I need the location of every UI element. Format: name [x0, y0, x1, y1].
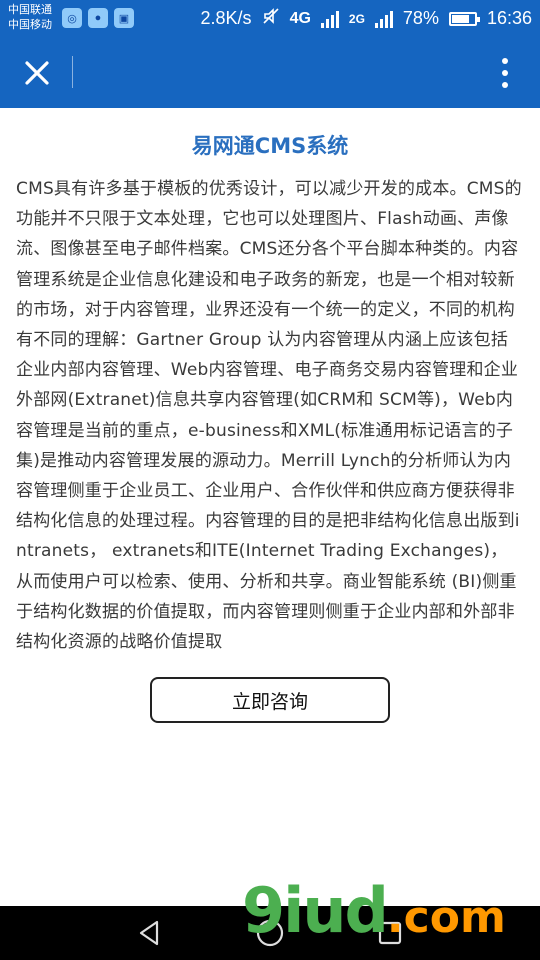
- back-triangle-icon: [139, 920, 159, 946]
- carrier-1: 中国联通: [8, 4, 52, 16]
- carrier-info: 中国联通 中国移动: [8, 3, 52, 33]
- more-options-button[interactable]: [490, 54, 520, 92]
- signal-icon-1: [320, 10, 339, 28]
- network-4g: 4G: [289, 9, 311, 27]
- recents-square-icon: [378, 921, 402, 945]
- status-bar: 中国联通 中国移动 ◎ ● ▣ 2.8K/s 4G 2G 78% 16:36: [0, 0, 540, 38]
- home-nav-button[interactable]: [255, 918, 285, 948]
- signal-icon-2: [374, 10, 393, 28]
- notification-icons: ◎ ● ▣: [62, 8, 134, 28]
- page-title: 易网通CMS系统: [191, 134, 349, 158]
- back-nav-button[interactable]: [135, 918, 165, 948]
- battery-fill: [451, 14, 469, 23]
- navigation-bar: [0, 906, 540, 960]
- mute-icon: [262, 7, 280, 30]
- network-speed: 2.8K/s: [200, 8, 252, 28]
- app-bar: [0, 38, 540, 108]
- system-indicators: 2.8K/s 4G 2G 78% 16:36: [201, 7, 532, 30]
- close-button[interactable]: [18, 54, 56, 92]
- article-content: 易网通CMS系统 CMS具有许多基于模板的优秀设计，可以减少开发的成本。CMS的…: [16, 108, 524, 908]
- carrier-2: 中国移动: [8, 19, 52, 31]
- recents-nav-button[interactable]: [375, 918, 405, 948]
- network-2g: 2G: [348, 11, 365, 26]
- image-icon: ▣: [114, 8, 134, 28]
- article-body: CMS具有许多基于模板的优秀设计，可以减少开发的成本。CMS的功能并不只限于文本…: [16, 179, 522, 653]
- location-icon: ●: [88, 8, 108, 28]
- battery-percent: 78%: [402, 8, 439, 28]
- app-notification-icon: ◎: [62, 8, 82, 28]
- consult-now-button[interactable]: 立即咨询: [150, 677, 390, 724]
- battery-icon: [448, 11, 480, 26]
- home-circle-icon: [256, 919, 284, 947]
- more-vertical-icon: [502, 58, 508, 88]
- clock: 16:36: [486, 8, 532, 28]
- close-icon: [25, 61, 49, 85]
- app-bar-divider: [72, 56, 73, 88]
